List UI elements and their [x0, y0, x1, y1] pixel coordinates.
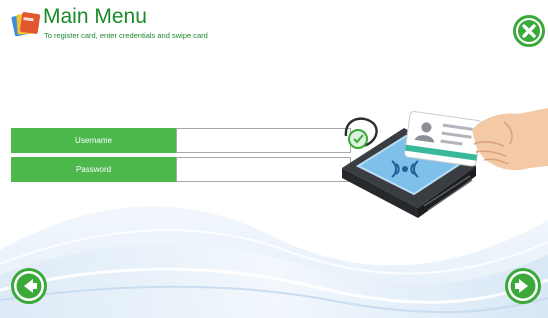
arrow-right-icon[interactable]	[505, 268, 541, 304]
header: Main Menu To register card, enter creden…	[0, 0, 548, 58]
check-icon	[348, 129, 368, 149]
arrow-left-icon[interactable]	[11, 268, 47, 304]
username-label: Username	[11, 128, 176, 153]
main-menu-screen: Main Menu To register card, enter creden…	[0, 0, 548, 318]
username-row: Username	[11, 128, 351, 153]
page-title: Main Menu	[43, 5, 147, 28]
password-field[interactable]	[176, 157, 351, 182]
password-row: Password	[11, 157, 351, 182]
password-label: Password	[11, 157, 176, 182]
username-field[interactable]	[176, 128, 351, 153]
card-reader-swipe-illustration	[342, 108, 548, 218]
page-subtitle: To register card, enter credentials and …	[44, 31, 208, 40]
app-logo-icon	[11, 12, 41, 37]
close-icon[interactable]	[513, 15, 545, 47]
